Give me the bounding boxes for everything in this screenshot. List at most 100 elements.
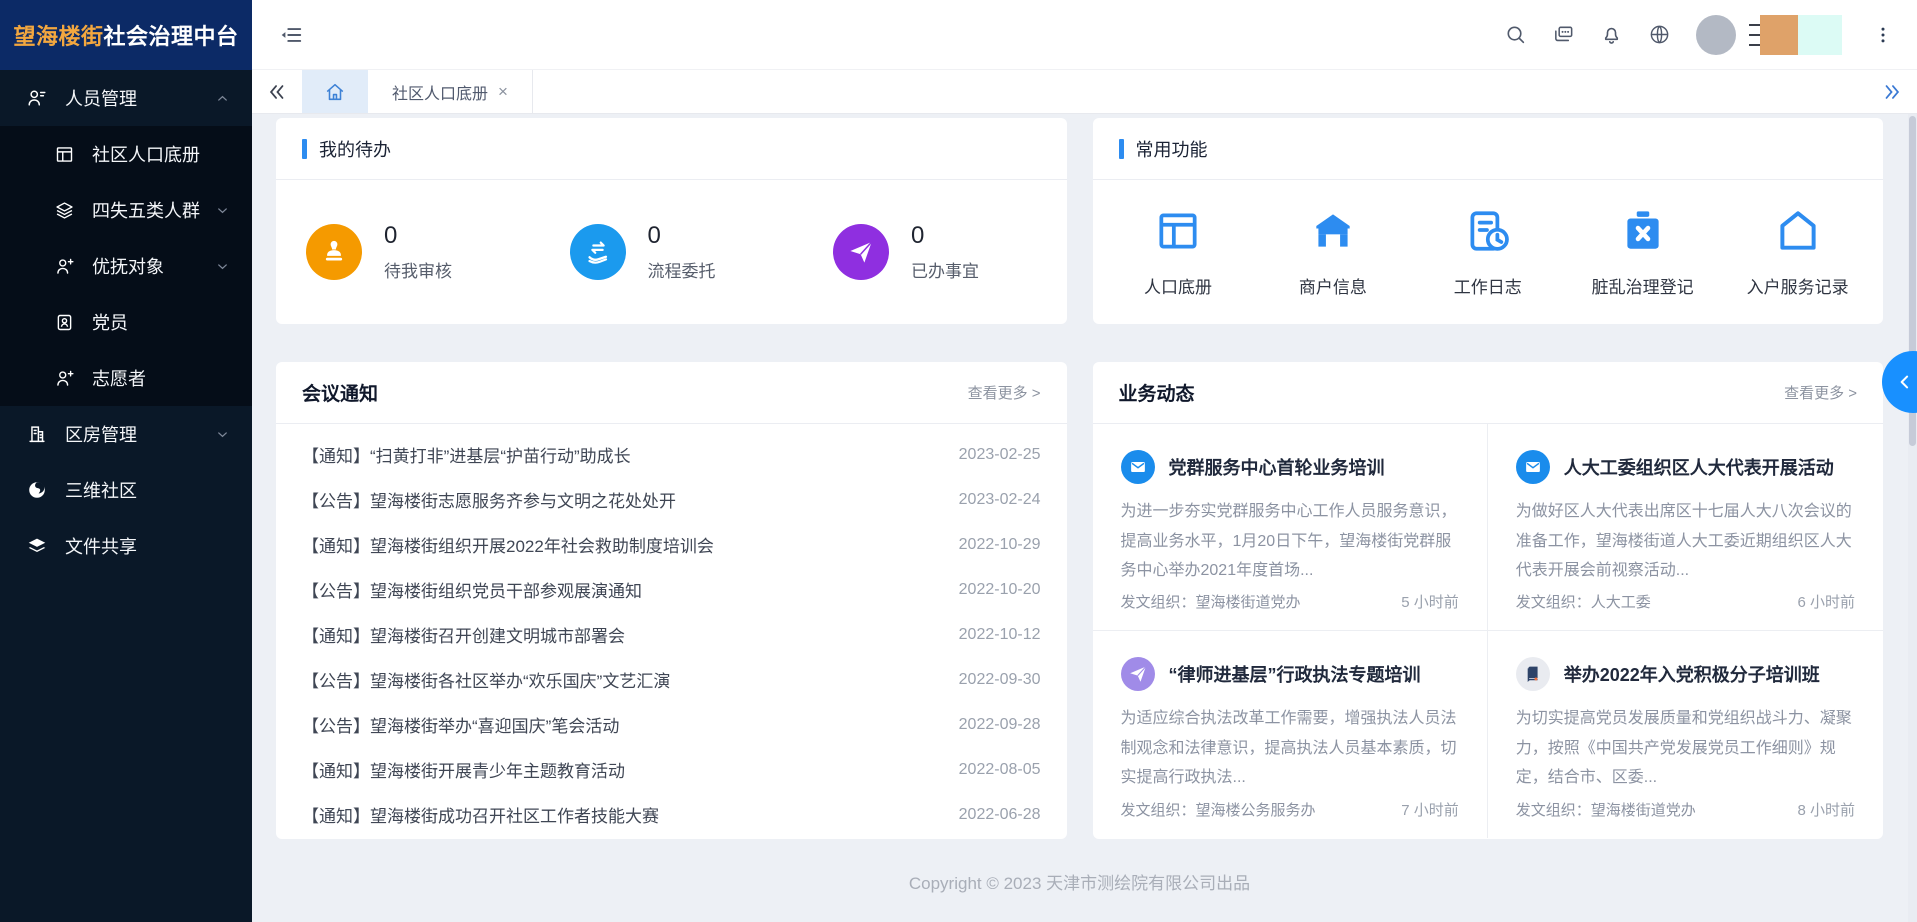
news-card-header: 业务动态 查看更多 > [1093, 362, 1884, 424]
quick-item-merchant-info[interactable]: 商户信息 [1255, 206, 1410, 298]
page-content: 我的待办 0 待我审核 [252, 114, 1917, 922]
stat-label: 流程委托 [648, 257, 716, 282]
news-item[interactable]: “律师进基层”行政执法专题培训 为适应综合执法改革工作需要，增强执法人员法制观念… [1093, 631, 1488, 838]
news-title: 举办2022年入党积极分子培训班 [1564, 661, 1820, 687]
notifications-icon[interactable] [1600, 23, 1623, 46]
card-title: 业务动态 [1119, 379, 1195, 406]
chevron-down-icon [215, 259, 230, 274]
stat-label: 待我审核 [384, 257, 452, 282]
list-item[interactable]: 【公告】望海楼街各社区举办“欢乐国庆”文艺汇演2022-09-30 [302, 657, 1041, 702]
news-item-header: 举办2022年入党积极分子培训班 [1516, 657, 1855, 691]
double-chevron-left-icon [266, 81, 288, 103]
quick-functions: 人口底册 商户信息 工作日志 脏乱治理登记 [1093, 180, 1884, 324]
clipboard-x-icon [1618, 206, 1668, 256]
quick-item-home-visit-records[interactable]: 入户服务记录 [1720, 206, 1875, 298]
quick-item-label: 商户信息 [1299, 273, 1367, 298]
card-title: 我的待办 [319, 136, 391, 162]
bottom-cards-row: 会议通知 查看更多 > 【通知】“扫黄打非”进基层“护苗行动”助成长2023-0… [276, 362, 1883, 839]
card-title: 常用功能 [1136, 136, 1208, 162]
sidebar-item-label: 三维社区 [65, 477, 137, 503]
notice-title: 【公告】望海楼街举办“喜迎国庆”笔会活动 [302, 712, 939, 737]
main-pane: 社区人口底册 × 我的待办 [252, 0, 1917, 922]
building-icon [26, 423, 48, 445]
more-options-icon[interactable] [1873, 23, 1893, 47]
scroll-tabs-left[interactable] [252, 70, 302, 113]
sidebar-item-label: 人员管理 [65, 85, 137, 111]
news-title: 人大工委组织区人大代表开展活动 [1564, 454, 1834, 480]
quick-item-population-register[interactable]: 人口底册 [1101, 206, 1256, 298]
sidebar-item-personnel[interactable]: 人员管理 [0, 70, 252, 126]
news-time: 8 小时前 [1797, 799, 1855, 820]
scrollbar[interactable] [1908, 114, 1917, 922]
notice-title: 【通知】望海楼街组织开展2022年社会救助制度培训会 [302, 532, 939, 557]
mail-icon [1121, 450, 1155, 484]
sidebar-item-label: 四失五类人群 [92, 197, 200, 223]
todo-card-header: 我的待办 [276, 118, 1067, 180]
quick-item-label: 脏乱治理登记 [1592, 273, 1694, 298]
stat-completed[interactable]: 0 已办事宜 [803, 222, 1067, 282]
news-footer: 发文组织：望海楼公务服务办 7 小时前 [1121, 799, 1459, 820]
news-time: 5 小时前 [1401, 591, 1459, 612]
list-item[interactable]: 【通知】“扫黄打非”进基层“护苗行动”助成长2023-02-25 [302, 432, 1041, 477]
list-item[interactable]: 【公告】望海楼街举办“喜迎国庆”笔会活动2022-09-28 [302, 702, 1041, 747]
messages-icon[interactable] [1552, 23, 1575, 46]
sidebar-item-special-groups[interactable]: 四失五类人群 [0, 182, 252, 238]
list-item[interactable]: 【通知】望海楼街开展青少年主题教育活动2022-08-05 [302, 747, 1041, 792]
quick-item-work-log[interactable]: 工作日志 [1410, 206, 1565, 298]
sidebar-item-file-sharing[interactable]: 文件共享 [0, 518, 252, 574]
sidebar-item-preferential-care[interactable]: 优抚对象 [0, 238, 252, 294]
meeting-list: 【通知】“扫黄打非”进基层“护苗行动”助成长2023-02-25 【公告】望海楼… [276, 424, 1067, 837]
news-body: 为适应综合执法改革工作需要，增强执法人员法制观念和法律意识，提高执法人员基本素质… [1121, 704, 1459, 793]
list-item[interactable]: 【通知】望海楼街组织开展2022年社会救助制度培训会 2022-10-29 [302, 522, 1041, 567]
list-item[interactable]: 【公告】望海楼街组织党员干部参观展演通知2022-10-20 [302, 567, 1041, 612]
news-footer: 发文组织：望海楼街道党办 5 小时前 [1121, 591, 1459, 612]
news-item[interactable]: 举办2022年入党积极分子培训班 为切实提高党员发展质量和党组织战斗力、凝聚力，… [1488, 631, 1883, 838]
sidebar-item-party-members[interactable]: 党员 [0, 294, 252, 350]
search-icon[interactable] [1504, 23, 1527, 46]
table-icon [54, 144, 75, 165]
sidebar-item-volunteers[interactable]: 志愿者 [0, 350, 252, 406]
copyright-footer: Copyright © 2023 天津市测绘院有限公司出品 [276, 839, 1883, 894]
sidebar-item-population-register[interactable]: 社区人口底册 [0, 126, 252, 182]
quick-item-sanitation-registry[interactable]: 脏乱治理登记 [1565, 206, 1720, 298]
tab-label: 社区人口底册 [392, 80, 488, 104]
list-item[interactable]: 【通知】望海楼街成功召开社区工作者技能大赛2022-06-28 [302, 792, 1041, 837]
news-org: 发文组织：望海楼街道党办 [1121, 591, 1301, 612]
notice-title: 【公告】望海楼街各社区举办“欢乐国庆”文艺汇演 [302, 667, 939, 692]
sidebar-item-label: 文件共享 [65, 533, 137, 559]
close-icon[interactable]: × [498, 82, 508, 102]
stat-process-delegation[interactable]: 0 流程委托 [540, 222, 804, 282]
stat-value: 0 [911, 222, 979, 250]
paper-plane-icon [1121, 657, 1155, 691]
double-chevron-right-icon [1881, 81, 1903, 103]
brand-highlight: 望海楼街 [13, 19, 103, 51]
tab-population-register[interactable]: 社区人口底册 × [368, 70, 533, 113]
app-logo: 望海楼街社会治理中台 [0, 0, 252, 70]
view-more-link[interactable]: 查看更多 > [1784, 382, 1857, 403]
user-avatar[interactable] [1696, 15, 1736, 55]
meeting-card-header: 会议通知 查看更多 > [276, 362, 1067, 424]
notice-date: 2022-10-29 [959, 536, 1041, 554]
globe-icon [26, 479, 48, 501]
language-globe-icon[interactable] [1648, 23, 1671, 46]
notice-date: 2022-08-05 [959, 761, 1041, 779]
sidebar: 望海楼街社会治理中台 人员管理 社区人口底册 四失五类人群 [0, 0, 252, 922]
stat-pending-review[interactable]: 0 待我审核 [276, 222, 540, 282]
user-name-redacted[interactable] [1749, 15, 1842, 55]
notice-date: 2023-02-24 [959, 491, 1041, 509]
tab-home[interactable] [302, 70, 368, 113]
list-item[interactable]: 【公告】望海楼街志愿服务齐参与文明之花处处开2023-02-24 [302, 477, 1041, 522]
news-org: 发文组织：人大工委 [1516, 591, 1651, 612]
view-more-link[interactable]: 查看更多 > [968, 382, 1041, 403]
collapse-menu-icon[interactable] [278, 22, 304, 48]
list-item[interactable]: 【通知】望海楼街召开创建文明城市部署会2022-10-12 [302, 612, 1041, 657]
news-item-header: “律师进基层”行政执法专题培训 [1121, 657, 1459, 691]
notice-title: 【通知】“扫黄打非”进基层“护苗行动”助成长 [302, 442, 939, 467]
sidebar-item-3d-community[interactable]: 三维社区 [0, 462, 252, 518]
user-name-glyph [1749, 24, 1760, 46]
news-item[interactable]: 党群服务中心首轮业务培训 为进一步夯实党群服务中心工作人员服务意识，提高业务水平… [1093, 424, 1488, 631]
scroll-tabs-right[interactable] [1867, 70, 1917, 113]
sidebar-item-housing[interactable]: 区房管理 [0, 406, 252, 462]
news-item[interactable]: 人大工委组织区人大代表开展活动 为做好区人大代表出席区十七届人大八次会议的准备工… [1488, 424, 1883, 631]
notice-title: 【通知】望海楼街成功召开社区工作者技能大赛 [302, 802, 939, 827]
